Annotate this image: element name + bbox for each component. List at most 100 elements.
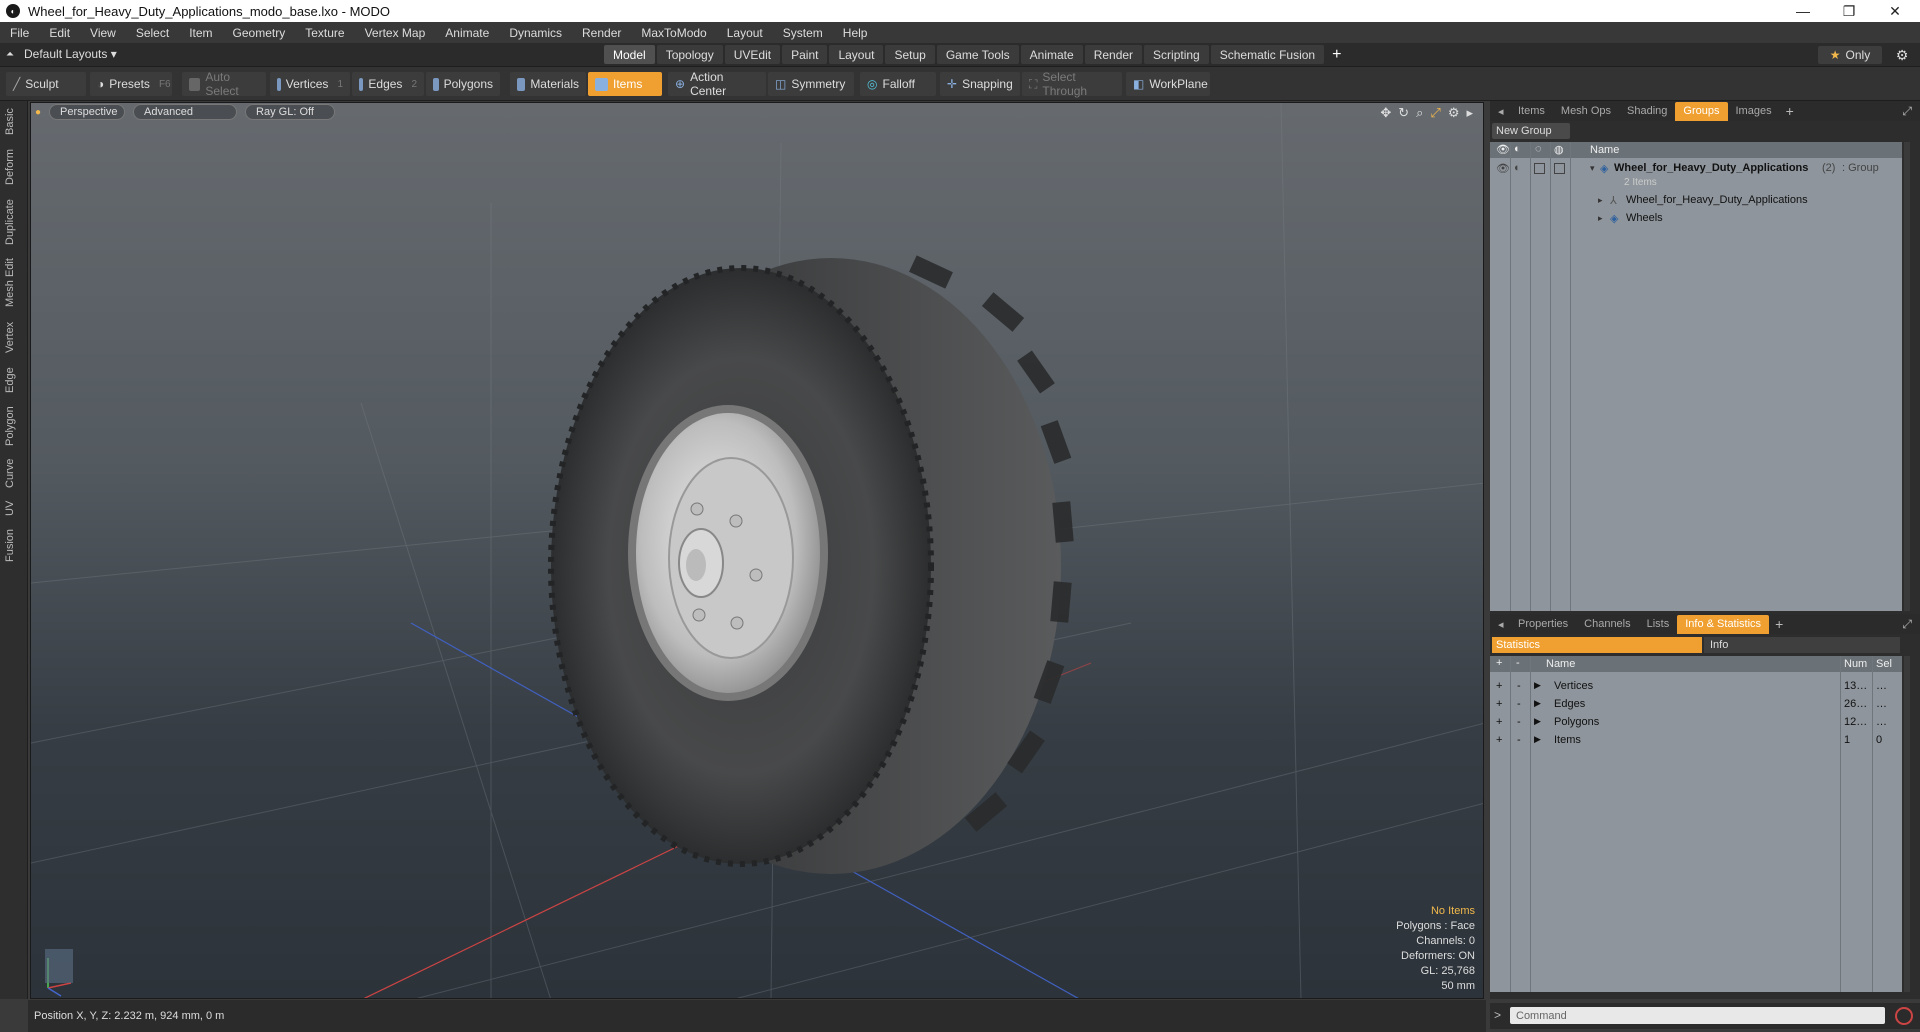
group-select-checkbox[interactable] bbox=[1554, 162, 1565, 174]
new-group-button[interactable]: New Group bbox=[1492, 123, 1570, 139]
panel-menu-icon-2[interactable]: ◂ bbox=[1490, 615, 1510, 634]
table-row[interactable]: + - ▶ Items 1 0 bbox=[1490, 732, 1902, 750]
child-expand-icon[interactable]: ▸ bbox=[1598, 213, 1603, 224]
child-expand-icon[interactable]: ▸ bbox=[1598, 195, 1603, 206]
materials-button[interactable]: Materials bbox=[510, 72, 586, 96]
viewport-menu-icon[interactable]: ● bbox=[35, 107, 41, 118]
move-view-icon[interactable]: ✥ bbox=[1380, 105, 1391, 121]
tab-setup[interactable]: Setup bbox=[885, 45, 935, 64]
menu-layout[interactable]: Layout bbox=[717, 26, 773, 40]
menu-file[interactable]: File bbox=[0, 26, 39, 40]
panel-expand-icon-2[interactable]: ⤢ bbox=[1902, 617, 1912, 632]
default-layouts-dropdown[interactable]: Default Layouts ▾ bbox=[24, 47, 117, 61]
workplane-button[interactable]: ◧ WorkPlane bbox=[1126, 72, 1210, 96]
menu-vertex-map[interactable]: Vertex Map bbox=[355, 26, 436, 40]
tab-channels[interactable]: Channels bbox=[1576, 615, 1638, 634]
menu-animate[interactable]: Animate bbox=[435, 26, 499, 40]
items-button[interactable]: Items bbox=[588, 72, 662, 96]
group-expand-icon[interactable]: ▾ bbox=[1590, 163, 1595, 174]
menu-maxtomodo[interactable]: MaxToModo bbox=[631, 26, 716, 40]
collapse-all-icon[interactable]: - bbox=[1516, 657, 1520, 669]
polygons-button[interactable]: Polygons bbox=[426, 72, 500, 96]
menu-system[interactable]: System bbox=[773, 26, 833, 40]
table-row[interactable]: + - ▶ Polygons 12… … bbox=[1490, 714, 1902, 732]
menu-view[interactable]: View bbox=[80, 26, 126, 40]
vtab-edge[interactable]: Edge bbox=[4, 363, 24, 397]
edges-button[interactable]: Edges 2 bbox=[352, 72, 424, 96]
menu-geometry[interactable]: Geometry bbox=[223, 26, 296, 40]
tab-items[interactable]: Items bbox=[1510, 102, 1553, 121]
tab-render[interactable]: Render bbox=[1084, 45, 1143, 64]
fit-view-icon[interactable]: ⤢ bbox=[1430, 105, 1440, 121]
stop-record-icon[interactable] bbox=[1895, 1007, 1913, 1025]
menu-edit[interactable]: Edit bbox=[39, 26, 80, 40]
vtab-vertex[interactable]: Vertex bbox=[4, 317, 24, 357]
raygl-button[interactable]: Ray GL: Off bbox=[245, 104, 336, 120]
tab-groups[interactable]: Groups bbox=[1675, 101, 1728, 121]
info-subtab[interactable]: Info bbox=[1704, 637, 1900, 653]
vtab-mesh-edit[interactable]: Mesh Edit bbox=[4, 255, 24, 311]
falloff-button[interactable]: ◎ Falloff bbox=[860, 72, 936, 96]
group-child-row[interactable]: ▸ ⅄ Wheel_for_Heavy_Duty_Applications bbox=[1490, 192, 1902, 208]
view-settings-icon[interactable]: ⚙ bbox=[1448, 105, 1460, 121]
menu-item[interactable]: Item bbox=[179, 26, 222, 40]
group-child-row[interactable]: ▸ ◈ Wheels bbox=[1490, 210, 1902, 226]
symmetry-button[interactable]: ◫ Symmetry bbox=[768, 72, 854, 96]
close-button[interactable]: ✕ bbox=[1872, 0, 1918, 22]
tab-game-tools[interactable]: Game Tools bbox=[936, 45, 1019, 64]
rotate-view-icon[interactable]: ↻ bbox=[1398, 105, 1409, 121]
row-add-icon[interactable]: + bbox=[1496, 734, 1502, 746]
tab-model[interactable]: Model bbox=[604, 45, 655, 64]
vertices-button[interactable]: Vertices 1 bbox=[270, 72, 350, 96]
tab-info-statistics[interactable]: Info & Statistics bbox=[1677, 614, 1770, 634]
tab-layout[interactable]: Layout bbox=[829, 45, 884, 64]
vtab-basic[interactable]: Basic bbox=[4, 105, 24, 139]
vtab-deform[interactable]: Deform bbox=[4, 145, 24, 189]
vtab-fusion[interactable]: Fusion bbox=[4, 525, 24, 565]
menu-help[interactable]: Help bbox=[833, 26, 878, 40]
panel-expand-icon[interactable]: ⤢ bbox=[1902, 104, 1912, 119]
3d-viewport[interactable]: ● Perspective Advanced Ray GL: Off ✥ ↻ ⌕… bbox=[30, 102, 1484, 999]
row-expand-icon[interactable]: ▶ bbox=[1534, 698, 1541, 709]
table-row[interactable]: + - ▶ Vertices 13… … bbox=[1490, 678, 1902, 696]
statistics-scrollbar[interactable] bbox=[1904, 656, 1910, 992]
tab-mesh-ops[interactable]: Mesh Ops bbox=[1553, 102, 1619, 121]
auto-select-button[interactable]: Auto Select bbox=[182, 70, 266, 98]
tab-paint[interactable]: Paint bbox=[782, 45, 828, 64]
gear-icon[interactable]: ⚙ bbox=[1890, 46, 1914, 64]
row-remove-icon[interactable]: - bbox=[1517, 734, 1521, 746]
group-visibility-icon[interactable]: 👁 bbox=[1496, 162, 1510, 175]
visibility-eye-icon[interactable]: 👁 bbox=[1496, 143, 1510, 156]
zoom-view-icon[interactable]: ⌕ bbox=[1416, 105, 1423, 121]
tab-topology[interactable]: Topology bbox=[656, 45, 723, 64]
row-expand-icon[interactable]: ▶ bbox=[1534, 734, 1541, 745]
tab-images[interactable]: Images bbox=[1728, 102, 1780, 121]
menu-dynamics[interactable]: Dynamics bbox=[499, 26, 572, 40]
menu-render[interactable]: Render bbox=[572, 26, 631, 40]
viewport-expand-icon[interactable]: ▸ bbox=[1466, 105, 1473, 121]
tab-schematic-fusion[interactable]: Schematic Fusion bbox=[1210, 45, 1325, 64]
add-panel-tab-icon[interactable]: + bbox=[1780, 103, 1800, 119]
tab-scripting[interactable]: Scripting bbox=[1144, 45, 1209, 64]
vtab-uv[interactable]: UV bbox=[4, 497, 24, 519]
select-through-button[interactable]: ⛶ Select Through bbox=[1022, 70, 1122, 98]
row-remove-icon[interactable]: - bbox=[1517, 716, 1521, 728]
add-tab-icon[interactable]: + bbox=[1326, 45, 1341, 64]
lock-toggle-icon[interactable]: ◌ bbox=[1535, 143, 1542, 155]
menu-texture[interactable]: Texture bbox=[295, 26, 354, 40]
table-row[interactable]: + - ▶ Edges 26… … bbox=[1490, 696, 1902, 714]
only-button[interactable]: ★ Only bbox=[1818, 46, 1882, 64]
tab-properties[interactable]: Properties bbox=[1510, 615, 1576, 634]
command-input[interactable]: Command bbox=[1510, 1007, 1885, 1024]
advanced-button[interactable]: Advanced bbox=[133, 104, 238, 120]
presets-button[interactable]: ◑ Presets F6 bbox=[90, 72, 172, 96]
tab-shading[interactable]: Shading bbox=[1619, 102, 1675, 121]
row-expand-icon[interactable]: ▶ bbox=[1534, 716, 1541, 727]
add-panel-tab-icon-2[interactable]: + bbox=[1769, 616, 1789, 632]
maximize-button[interactable]: ❐ bbox=[1826, 0, 1872, 22]
groups-scrollbar[interactable] bbox=[1904, 142, 1910, 611]
row-add-icon[interactable]: + bbox=[1496, 680, 1502, 692]
tab-lists[interactable]: Lists bbox=[1639, 615, 1678, 634]
statistics-subtab[interactable]: Statistics bbox=[1492, 637, 1702, 653]
action-center-button[interactable]: ⊕ Action Center bbox=[668, 70, 766, 98]
